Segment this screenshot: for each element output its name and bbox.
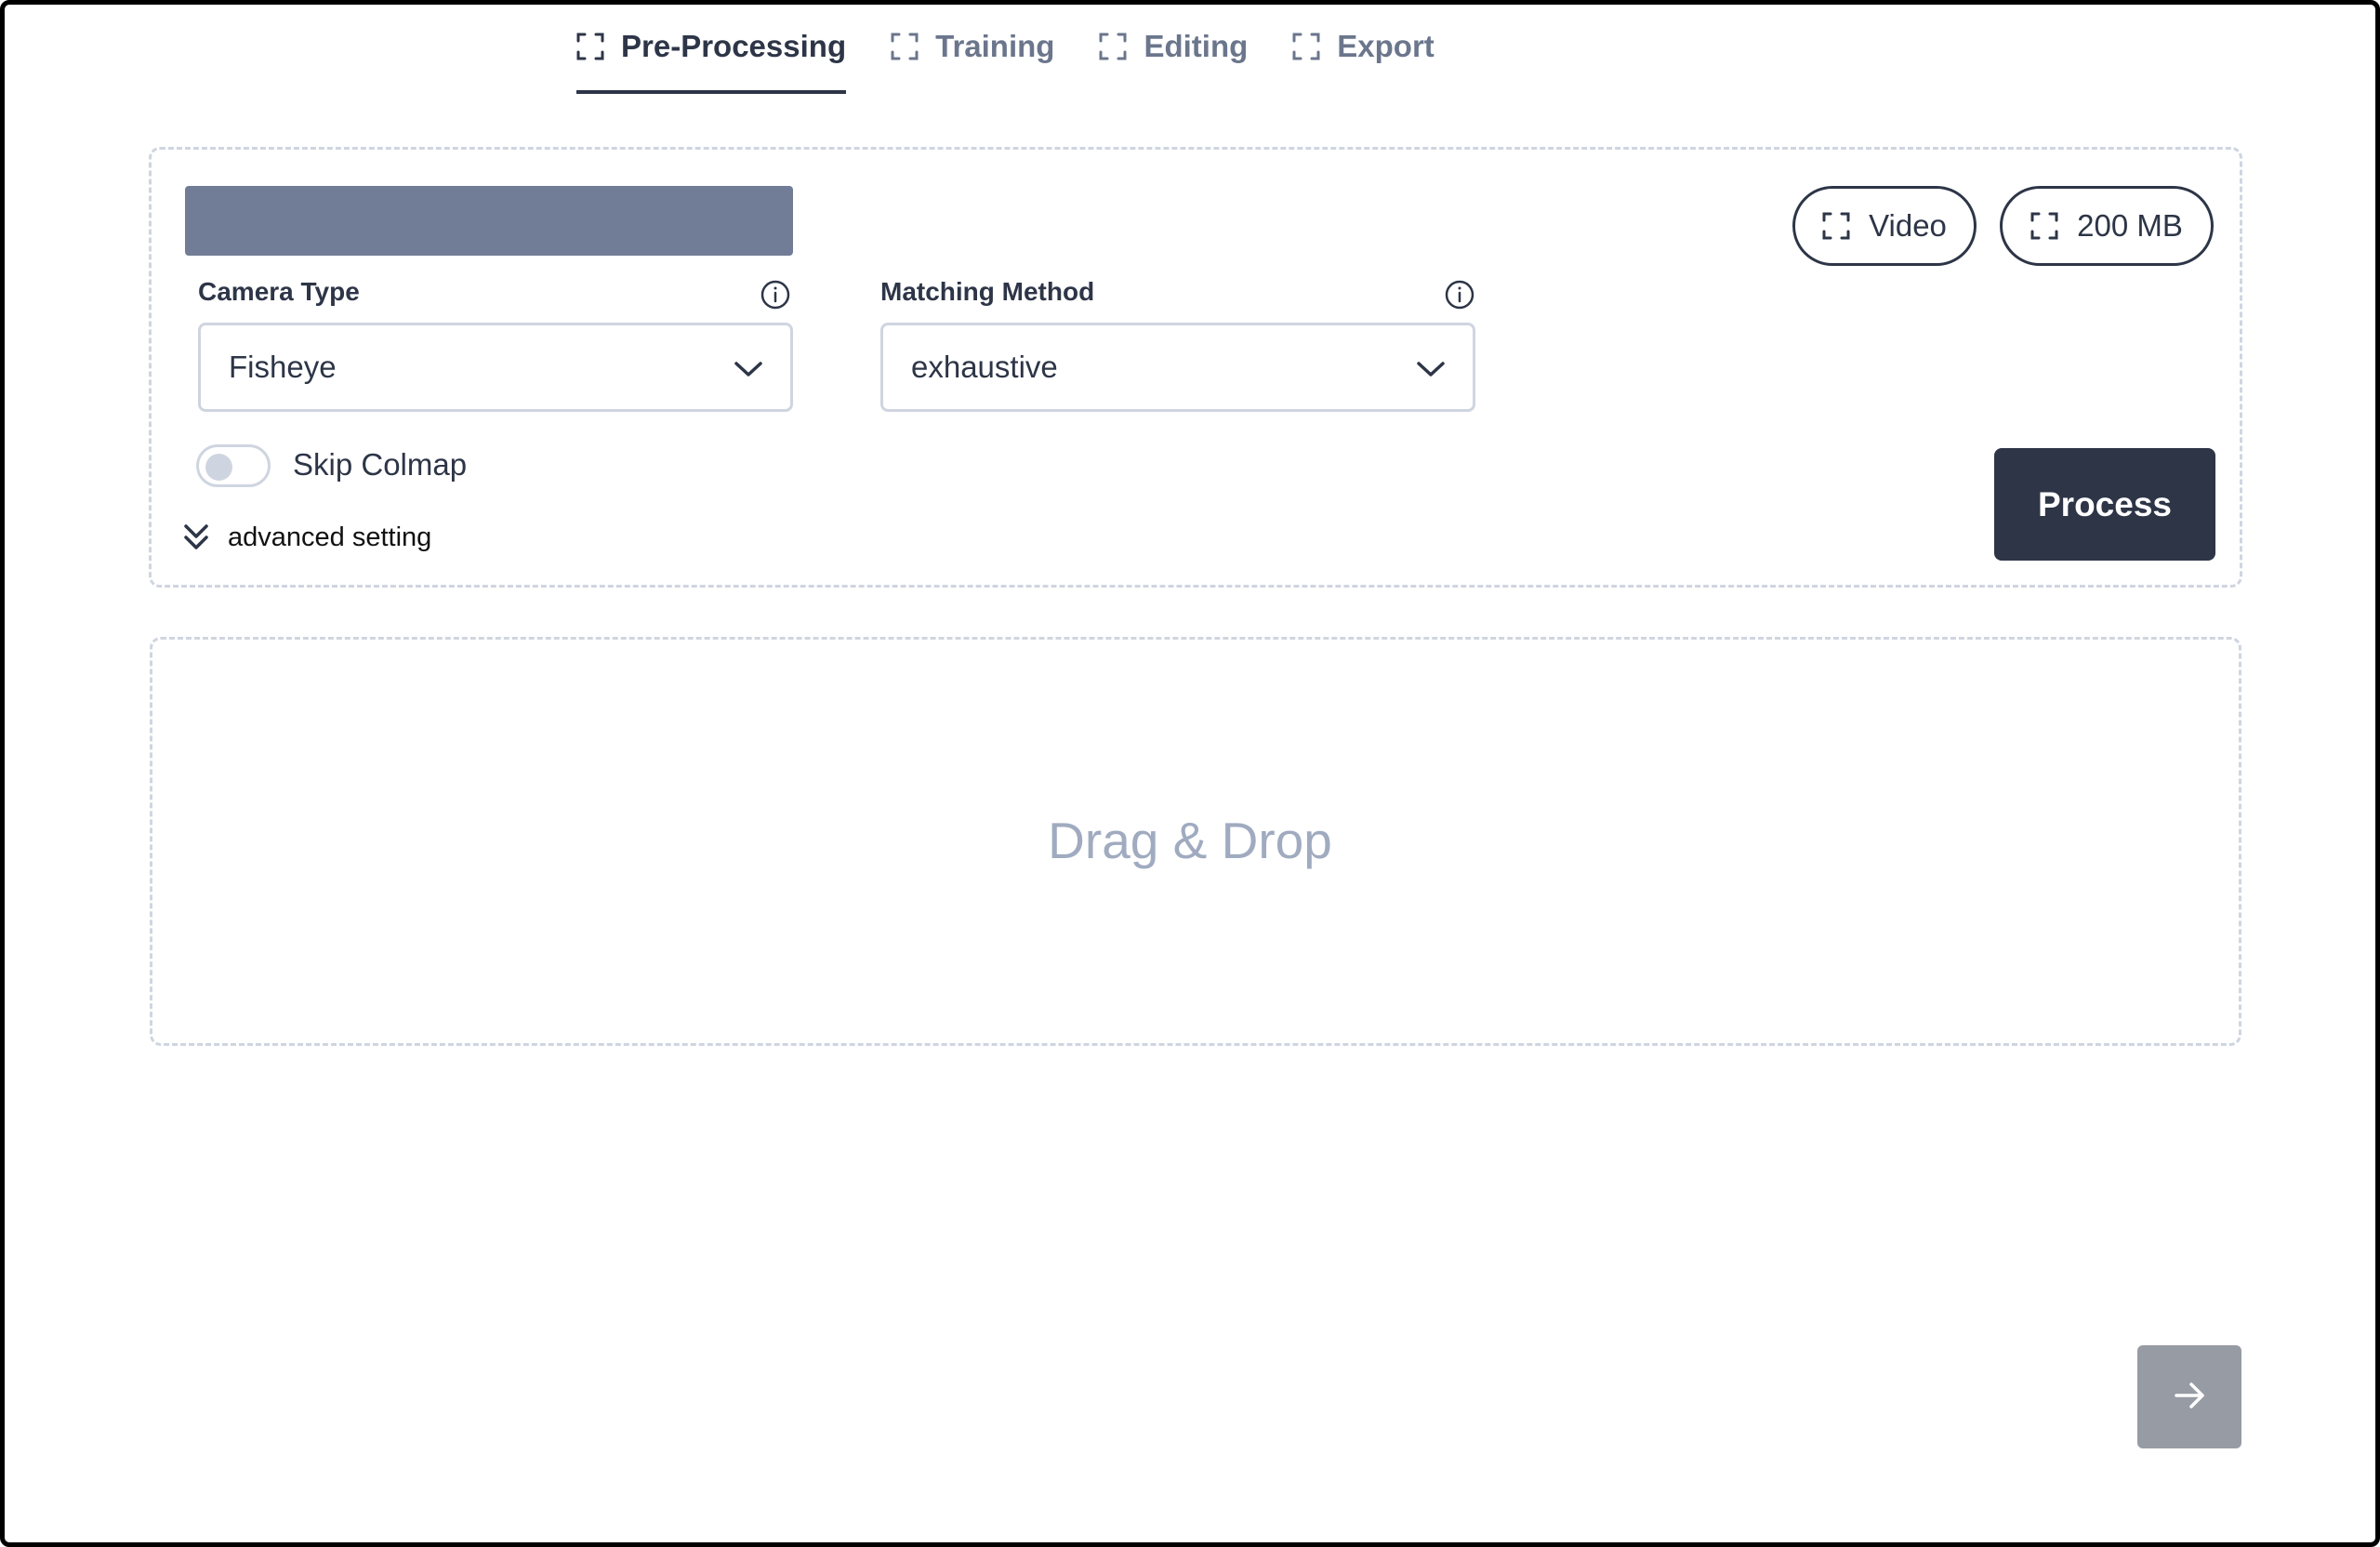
- info-icon[interactable]: [1444, 279, 1475, 311]
- matching-method-label: Matching Method: [880, 277, 1095, 306]
- double-chevron-down-icon: [183, 522, 209, 553]
- skip-colmap-label: Skip Colmap: [293, 447, 468, 482]
- tab-pre-processing[interactable]: Pre-Processing: [576, 5, 847, 94]
- select-value: Fisheye: [229, 350, 337, 384]
- tab-label: Pre-Processing: [621, 29, 847, 63]
- select-value: exhaustive: [911, 350, 1058, 384]
- project-name-bar: [185, 186, 793, 256]
- file-type-chip: Video: [1792, 186, 1977, 266]
- drop-zone-text: Drag & Drop: [5, 811, 2375, 870]
- advanced-setting-label: advanced setting: [228, 522, 432, 552]
- next-button[interactable]: [2137, 1345, 2241, 1448]
- focus-frame-icon: [2030, 212, 2058, 240]
- tab-editing[interactable]: Editing: [1099, 5, 1248, 94]
- tab-label: Training: [935, 29, 1055, 63]
- advanced-setting-toggle[interactable]: advanced setting: [183, 522, 431, 553]
- tab-export[interactable]: Export: [1292, 5, 1435, 94]
- chevron-down-icon: [1415, 355, 1447, 383]
- focus-frame-icon: [576, 33, 604, 60]
- chip-label: 200 MB: [2077, 208, 2183, 243]
- app-window: Pre-Processing Training Editing Export V…: [0, 0, 2380, 1547]
- chip-label: Video: [1869, 208, 1947, 243]
- matching-method-select[interactable]: exhaustive: [880, 323, 1475, 412]
- file-size-chip: 200 MB: [2000, 186, 2214, 266]
- toggle-knob: [205, 454, 232, 481]
- info-icon[interactable]: [760, 279, 791, 311]
- tab-bar: Pre-Processing Training Editing Export: [576, 5, 1479, 94]
- tab-label: Export: [1337, 29, 1435, 63]
- camera-type-label: Camera Type: [198, 277, 360, 306]
- focus-frame-icon: [1292, 33, 1320, 60]
- process-button[interactable]: Process: [1994, 448, 2215, 561]
- tab-label: Editing: [1144, 29, 1249, 63]
- focus-frame-icon: [1822, 212, 1850, 240]
- camera-type-select[interactable]: Fisheye: [198, 323, 793, 412]
- chevron-down-icon: [733, 355, 764, 383]
- skip-colmap-toggle[interactable]: [196, 444, 271, 487]
- focus-frame-icon: [1099, 33, 1127, 60]
- drop-zone-label: Drag & Drop: [1048, 812, 1332, 869]
- arrow-right-icon: [2171, 1377, 2208, 1417]
- focus-frame-icon: [891, 33, 919, 60]
- tab-training[interactable]: Training: [891, 5, 1054, 94]
